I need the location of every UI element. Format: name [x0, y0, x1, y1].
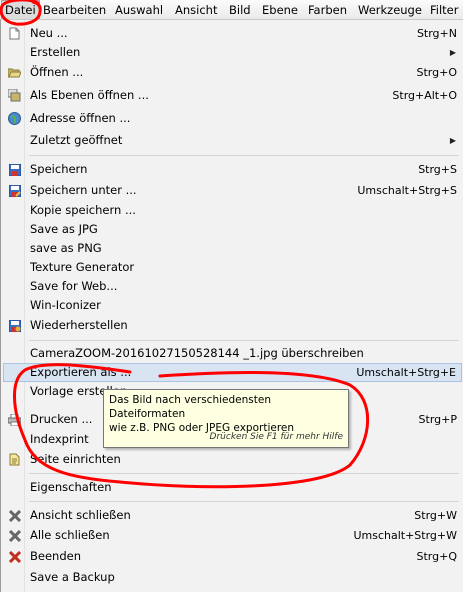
menu-item-label: Save for Web... [30, 279, 118, 293]
menubar-ansicht[interactable]: Ansicht [172, 0, 220, 19]
menu-item-label: Erstellen [30, 45, 81, 59]
menu-item-label: Alle schließen [30, 528, 110, 542]
menu-item-page-setup[interactable]: Seite einrichten [3, 450, 462, 469]
menu-item-recent[interactable]: Zuletzt geöffnet ▶ [3, 131, 462, 150]
menu-item-label: Als Ebenen öffnen ... [30, 88, 149, 102]
menubar-filter[interactable]: Filter [427, 0, 461, 19]
save-icon [8, 163, 21, 176]
menu-item-texture-generator[interactable]: Texture Generator [3, 258, 462, 277]
menu-item-label: save as PNG [30, 241, 102, 255]
menu-item-label: Exportieren als ... [30, 365, 132, 379]
menubar-farben[interactable]: Farben [305, 0, 350, 19]
menu-separator [29, 340, 459, 341]
menubar-werkzeuge[interactable]: Werkzeuge [355, 0, 425, 19]
menubar-bearbeiten[interactable]: Bearbeiten [40, 0, 109, 19]
menu-separator [29, 155, 459, 156]
menu-item-label: Speichern [30, 162, 88, 176]
menu-item-shortcut: Strg+O [416, 66, 457, 79]
menu-item-label: Save as JPG [30, 222, 98, 236]
menubar-datei[interactable]: Datei [1, 0, 40, 19]
menu-item-save-as[interactable]: Speichern unter ... Umschalt+Strg+S [3, 181, 462, 200]
menu-item-open[interactable]: Öffnen ... Strg+O [3, 63, 462, 82]
menu-item-label: Wiederherstellen [30, 318, 128, 332]
menu-separator [29, 473, 459, 474]
menu-item-open-as-layers[interactable]: Als Ebenen öffnen ... Strg+Alt+O [3, 86, 462, 105]
menu-item-shortcut: Strg+P [418, 413, 457, 426]
menu-item-save-png[interactable]: save as PNG [3, 239, 462, 258]
menubar: Datei Bearbeiten Auswahl Ansicht Bild Eb… [0, 0, 463, 20]
print-icon [8, 413, 21, 426]
menu-item-quit[interactable]: Beenden Strg+Q [3, 547, 462, 566]
quit-icon [8, 550, 21, 563]
menu-item-win-iconizer[interactable]: Win-Iconizer [3, 296, 462, 315]
menu-item-shortcut: Umschalt+Strg+E [356, 366, 456, 379]
menu-item-label: Indexprint [30, 432, 89, 446]
menu-item-create[interactable]: Erstellen ▶ [3, 43, 462, 62]
menu-item-label: Drucken ... [30, 412, 93, 426]
menu-item-save-backup[interactable]: Save a Backup [3, 568, 462, 587]
menu-item-label: Save a Backup [30, 570, 115, 584]
menu-item-label: Eigenschaften [30, 480, 112, 494]
menubar-ebene[interactable]: Ebene [259, 0, 301, 19]
close-view-icon [8, 509, 21, 522]
menu-item-label: Texture Generator [30, 260, 135, 274]
globe-icon [8, 112, 21, 125]
menu-item-label: Ansicht schließen [30, 508, 131, 522]
new-file-icon [8, 27, 21, 40]
menu-item-open-location[interactable]: Adresse öffnen ... [3, 109, 462, 128]
submenu-arrow-icon: ▶ [449, 136, 456, 145]
menu-item-overwrite[interactable]: CameraZOOM-20161027150528144 _1.jpg über… [3, 344, 462, 363]
menu-item-close-all[interactable]: Alle schließen Umschalt+Strg+W [3, 526, 462, 545]
menu-item-shortcut: Strg+Q [416, 550, 457, 563]
menu-item-shortcut: Strg+W [414, 509, 457, 522]
revert-icon [8, 319, 21, 332]
menu-item-shortcut: Umschalt+Strg+S [357, 184, 457, 197]
page-setup-icon [8, 453, 21, 466]
menu-item-label: Seite einrichten [30, 452, 121, 466]
menu-item-label: Neu ... [30, 26, 68, 40]
menu-item-label: Beenden [30, 549, 81, 563]
menu-item-label: CameraZOOM-20161027150528144 _1.jpg über… [30, 346, 364, 360]
menu-item-new[interactable]: Neu ... Strg+N [3, 24, 462, 43]
menu-item-shortcut: Strg+Alt+O [392, 89, 457, 102]
menu-item-shortcut: Umschalt+Strg+W [353, 529, 457, 542]
submenu-arrow-icon: ▶ [449, 48, 456, 57]
open-folder-icon [8, 66, 21, 79]
menu-item-label: Speichern unter ... [30, 183, 137, 197]
menu-item-label: Zuletzt geöffnet [30, 133, 123, 147]
menu-item-shortcut: Strg+N [416, 27, 457, 40]
menu-item-close-view[interactable]: Ansicht schließen Strg+W [3, 506, 462, 525]
tooltip-hint: Drücken Sie F1 für mehr Hilfe [209, 432, 343, 442]
tooltip-line: Das Bild nach verschiedensten Dateiforma… [109, 394, 271, 420]
menu-item-label: Öffnen ... [30, 65, 84, 79]
menu-item-save[interactable]: Speichern Strg+S [3, 160, 462, 179]
menu-item-shortcut: Strg+S [418, 163, 457, 176]
menu-separator [29, 501, 459, 502]
menu-item-save-copy[interactable]: Kopie speichern ... [3, 201, 462, 220]
menubar-bild[interactable]: Bild [226, 0, 254, 19]
open-as-layers-icon [8, 89, 21, 102]
tooltip: Das Bild nach verschiedensten Dateiforma… [103, 389, 349, 448]
menu-item-revert[interactable]: Wiederherstellen [3, 316, 462, 335]
menu-item-save-for-web[interactable]: Save for Web... [3, 277, 462, 296]
file-menu: Neu ... Strg+N Erstellen ▶ Öffnen ... St… [0, 20, 463, 592]
menu-item-label: Adresse öffnen ... [30, 111, 131, 125]
save-as-icon [8, 184, 21, 197]
menu-item-export-as[interactable]: Exportieren als ... Umschalt+Strg+E [3, 363, 462, 382]
menu-item-save-jpg[interactable]: Save as JPG [3, 220, 462, 239]
menu-item-label: Win-Iconizer [30, 298, 101, 312]
menu-item-label: Kopie speichern ... [30, 203, 136, 217]
menubar-auswahl[interactable]: Auswahl [112, 0, 166, 19]
close-all-icon [8, 529, 21, 542]
menu-item-properties[interactable]: Eigenschaften [3, 478, 462, 497]
